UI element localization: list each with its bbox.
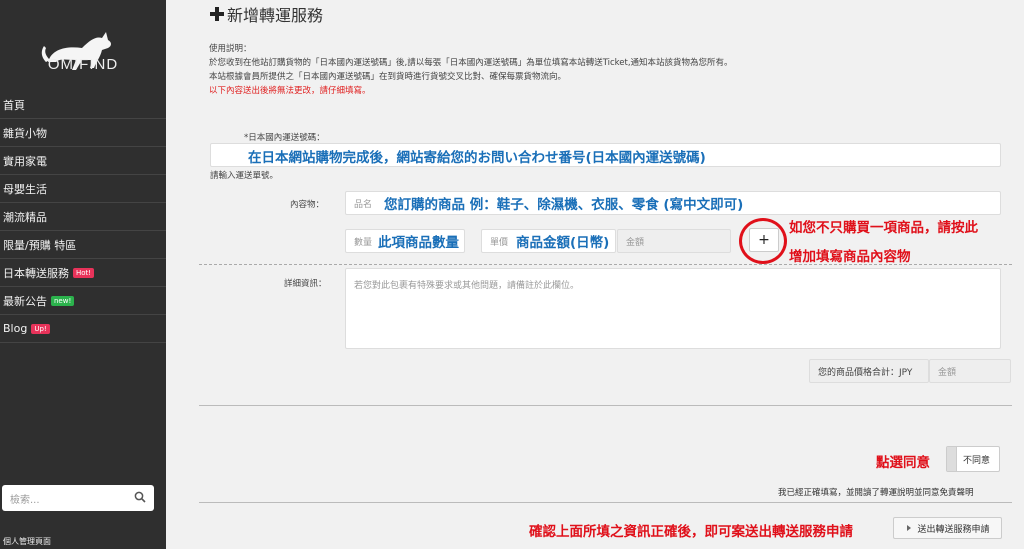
instructions-line-1: 於您收到在他站訂購貨物的「日本國內運送號碼」後,請以每張「日本國內運送號碼」為單… <box>209 58 733 68</box>
agree-note: 我已經正確填寫，並閱讀了轉運說明並同意免責聲明 <box>778 488 974 498</box>
highlight-circle <box>739 218 787 264</box>
plus-icon <box>210 7 224 21</box>
admin-link[interactable]: 個人管理頁面 <box>3 536 51 547</box>
quantity-annotation: 此項商品數量 <box>378 235 459 251</box>
sidebar-item-label: 潮流精品 <box>3 210 47 224</box>
unit-price-annotation: 商品金額(日幣) <box>516 235 610 251</box>
sidebar-item-label: 雜貨小物 <box>3 126 47 140</box>
submit-button[interactable]: 送出轉送服務申請 <box>893 517 1002 539</box>
sidebar-item[interactable]: Blog Up! <box>0 315 166 343</box>
nav-badge: Hot! <box>73 267 95 278</box>
divider <box>199 405 1012 406</box>
brand-name: OMIFIND <box>47 56 119 73</box>
item-name-placeholder: 品名 <box>354 199 373 210</box>
quantity-placeholder: 數量 <box>354 237 373 248</box>
sidebar-item[interactable]: 限量/預購 特區 <box>0 231 166 259</box>
sidebar-item-label: 實用家電 <box>3 154 47 168</box>
sidebar-item[interactable]: 最新公告 new! <box>0 287 166 315</box>
agree-annotation: 點選同意 <box>876 455 930 471</box>
total-label: 您的商品價格合計：JPY <box>818 367 913 378</box>
instructions-heading: 使用説明： <box>209 44 252 54</box>
add-item-annotation-1: 如您不只購買一項商品，請按此 <box>789 220 978 236</box>
instructions: 使用説明： 於您收到在他站訂購貨物的「日本國內運送號碼」後,請以每張「日本國內運… <box>209 42 733 98</box>
total-placeholder: 金額 <box>938 367 957 378</box>
sidebar-nav: 首頁雜貨小物實用家電母嬰生活潮流精品限量/預購 特區 日本轉送服務 Hot! 最新公告… <box>0 91 166 343</box>
details-textarea[interactable]: 若您對此包裹有特殊要求或其他問題，請備註於此欄位。 <box>345 268 1001 349</box>
nav-badge: new! <box>51 295 75 306</box>
sidebar-item[interactable]: 潮流精品 <box>0 203 166 231</box>
total-amount-field: 金額 <box>929 359 1011 383</box>
instructions-line-2: 本站根據會員所提供之「日本國內運送號碼」在到貨時進行貨號交叉比對、確保每票貨物流… <box>209 72 567 82</box>
divider <box>199 264 1012 265</box>
nav-badge: Up! <box>31 323 50 334</box>
page-title: 新增轉運服務 <box>209 2 323 26</box>
sidebar-item[interactable]: 實用家電 <box>0 147 166 175</box>
unit-price-placeholder: 單價 <box>490 237 509 248</box>
sidebar-item[interactable]: 首頁 <box>0 91 166 119</box>
total-label-box: 您的商品價格合計：JPY <box>809 359 929 383</box>
submit-annotation: 確認上面所填之資訊正確後，即可案送出轉送服務申請 <box>529 524 853 540</box>
add-item-annotation-2: 增加填寫商品內容物 <box>789 249 911 265</box>
sidebar-item[interactable]: 母嬰生活 <box>0 175 166 203</box>
page-title-text: 新增轉運服務 <box>227 6 324 25</box>
sidebar-item-label: 首頁 <box>3 98 25 112</box>
agree-toggle[interactable]: 不同意 <box>946 446 1000 472</box>
toggle-knob <box>947 447 957 471</box>
divider <box>199 502 1012 503</box>
main-content: 新增轉運服務 使用説明： 於您收到在他站訂購貨物的「日本國內運送號碼」後,請以每… <box>166 0 1024 549</box>
line-amount-field: 金額 <box>617 229 731 253</box>
line-amount-placeholder: 金額 <box>626 237 645 248</box>
sidebar-item-label: 日本轉送服務 <box>3 266 69 280</box>
sidebar-item-label: 最新公告 <box>3 294 47 308</box>
search-placeholder: 檢索... <box>10 494 40 506</box>
tracking-annotation: 在日本網站購物完成後，網站寄給您的お問い合わせ番号(日本國內運送號碼) <box>248 150 706 166</box>
sidebar-item-label: Blog <box>3 322 28 335</box>
tracking-label: *日本國內運送號碼： <box>244 133 325 143</box>
sidebar-item-label: 母嬰生活 <box>3 182 47 196</box>
agree-toggle-label: 不同意 <box>963 455 991 466</box>
item-name-annotation: 您訂購的商品 例：鞋子、除濕機、衣服、零食 (寫中文即可) <box>384 197 744 213</box>
search-icon[interactable] <box>134 491 146 503</box>
instructions-warning: 以下內容送出後將無法更改，請仔細填寫。 <box>209 86 371 96</box>
tracking-hint: 請輸入運送單號。 <box>210 171 279 181</box>
contents-label: 內容物： <box>290 200 325 210</box>
sidebar-item-label: 限量/預購 特區 <box>3 238 77 252</box>
sidebar-item[interactable]: 雜貨小物 <box>0 119 166 147</box>
details-placeholder: 若您對此包裹有特殊要求或其他問題，請備註於此欄位。 <box>354 281 580 291</box>
caret-right-icon <box>907 525 912 531</box>
sidebar: OMIFIND 首頁 雜貨小物 實用家電 母嬰生活 潮流精品 限量/預購 特區 日本轉送服務… <box>0 0 166 549</box>
details-label: 詳細資訊： <box>284 279 327 289</box>
search-input[interactable]: 檢索... <box>2 485 154 511</box>
sidebar-item[interactable]: 日本轉送服務 Hot! <box>0 259 166 287</box>
submit-label: 送出轉送服務申請 <box>917 524 990 535</box>
